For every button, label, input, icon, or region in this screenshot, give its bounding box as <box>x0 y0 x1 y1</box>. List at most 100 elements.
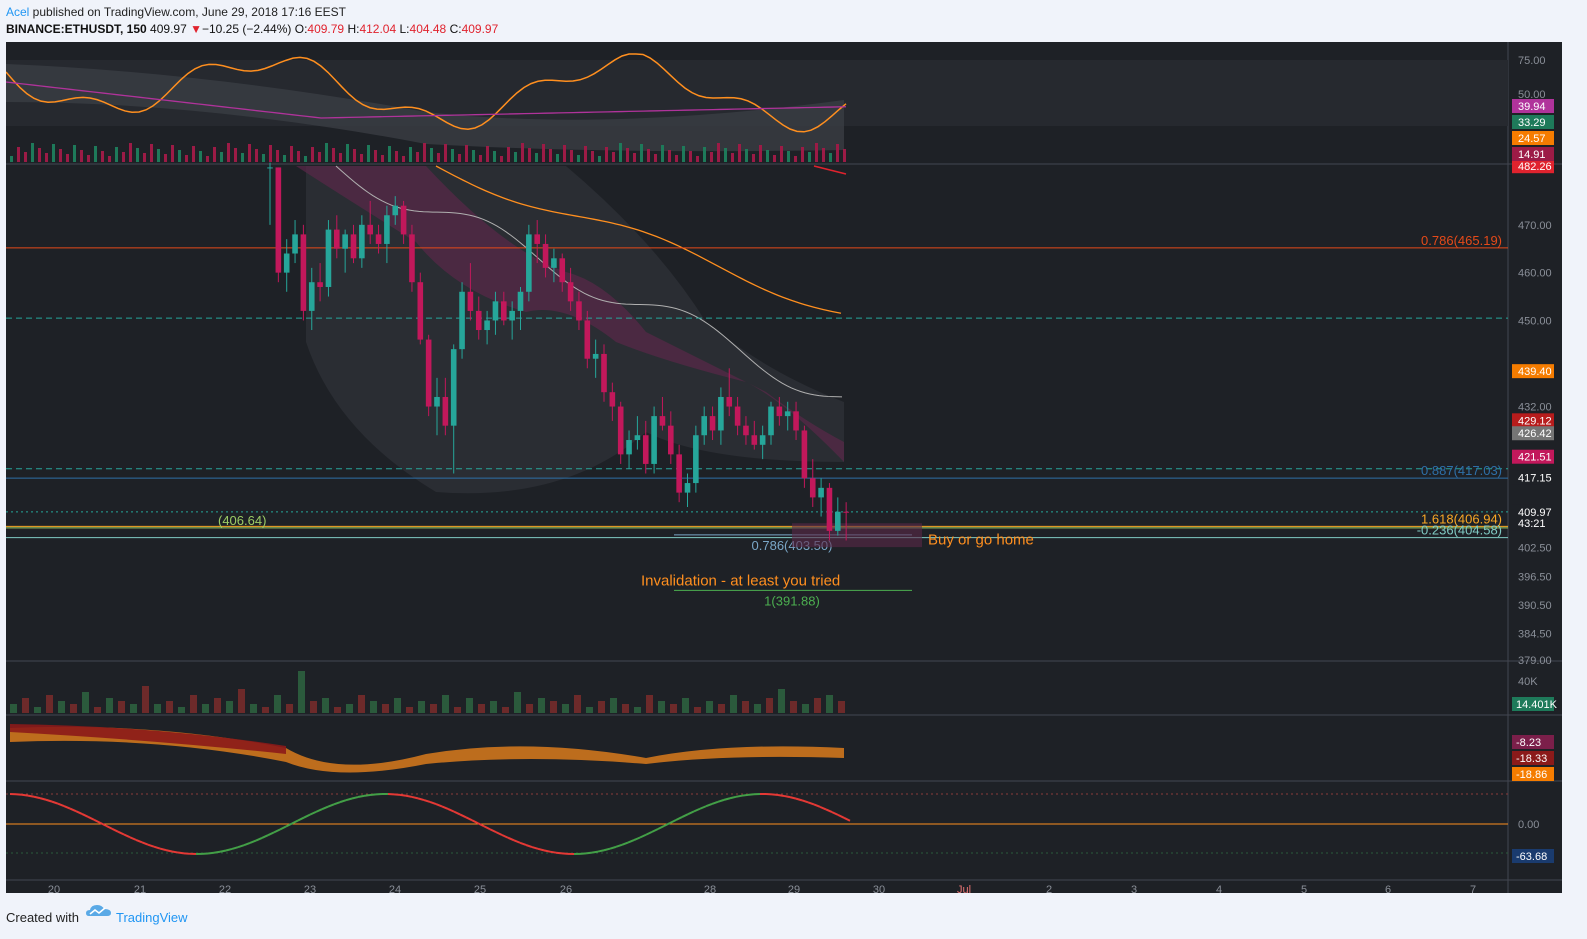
rsi-histogram-bar <box>248 144 251 162</box>
rsi-histogram-bar <box>780 146 783 162</box>
osc-segment <box>771 793 779 797</box>
rsi-histogram-bar <box>59 149 62 162</box>
author-link[interactable]: Acel <box>6 5 29 19</box>
volume-bar <box>490 701 497 713</box>
rsi-histogram-bar <box>472 150 475 162</box>
rsi-histogram-bar <box>10 156 13 162</box>
candle-body <box>609 392 616 407</box>
candle[interactable] <box>651 406 657 474</box>
rsi-histogram-bar <box>206 156 209 162</box>
price-badge-label: 421.51 <box>1518 452 1552 464</box>
volume-bar <box>46 695 53 713</box>
candle[interactable] <box>417 272 424 345</box>
volume-bar <box>322 698 329 713</box>
osc-segment <box>411 795 419 800</box>
price-badge-label: 429.12 <box>1518 415 1552 427</box>
rsi-histogram-bar <box>171 145 174 162</box>
publish-info: published on TradingView.com, June 29, 2… <box>29 5 347 19</box>
volume-bar <box>514 692 521 713</box>
candle-body <box>317 282 323 287</box>
candle[interactable] <box>459 282 465 359</box>
volume-bar <box>826 695 833 713</box>
candle-body <box>292 234 298 254</box>
osc-segment <box>405 794 413 798</box>
rsi-histogram-bar <box>724 148 727 162</box>
candle[interactable] <box>275 167 282 283</box>
tradingview-brand-link[interactable]: TradingView <box>116 910 188 925</box>
candle-body <box>592 353 599 359</box>
rsi-histogram-bar <box>374 150 377 162</box>
candle[interactable] <box>526 224 532 302</box>
candle-body <box>826 487 833 531</box>
volume-bar <box>622 704 629 713</box>
candle-body <box>584 320 591 359</box>
candle[interactable] <box>693 425 699 493</box>
volume-bar <box>730 695 737 713</box>
volume-bar <box>838 701 845 713</box>
rsi-histogram-bar <box>262 154 265 162</box>
level-label-3: 0.887(417.03) <box>1421 463 1502 478</box>
chart-canvas[interactable]: 0.786(465.19) 0.887(417.03) 1.618(406.94)(… <box>5 42 1562 896</box>
candle[interactable] <box>325 220 332 297</box>
time-tick-11: 2 <box>1046 884 1052 893</box>
created-with-label: Created with <box>6 910 79 925</box>
tradingview-cloud-icon <box>86 905 111 916</box>
rsi-histogram-bar <box>80 150 83 162</box>
symbol-line: BINANCE:ETHUSDT, 150 409.97 ▼−10.25 (−2.… <box>6 22 498 36</box>
osc-segment <box>369 793 377 796</box>
volume-bar <box>454 707 461 713</box>
price-tick-0: 470.00 <box>1518 220 1552 232</box>
volume-bar <box>562 704 569 713</box>
rsi-histogram-bar <box>17 147 20 162</box>
time-tick-2: 22 <box>219 884 231 893</box>
rsi-histogram-bar <box>745 149 748 162</box>
volume-bar <box>670 704 677 713</box>
candle-body <box>818 487 824 498</box>
candle-body <box>551 258 557 268</box>
volume-bar <box>646 695 653 713</box>
candle-body <box>793 411 799 431</box>
volume-bar <box>34 707 41 713</box>
volume-bar <box>262 707 269 713</box>
volume-bar <box>238 689 245 713</box>
volume-bar <box>430 704 437 713</box>
time-tick-8: 29 <box>788 884 800 893</box>
price-tick-1: 460.00 <box>1518 268 1552 280</box>
volume-bar <box>70 704 77 713</box>
osc-segment <box>27 794 35 798</box>
candle-body <box>759 435 766 445</box>
candle-body <box>843 511 849 513</box>
rsi-histogram-bar <box>738 144 741 162</box>
rsi-histogram-bar <box>122 152 125 162</box>
candle-body <box>467 291 474 311</box>
rsi-histogram-bar <box>619 143 622 162</box>
candle[interactable] <box>300 224 307 321</box>
volume-bar <box>226 701 233 713</box>
candle[interactable] <box>409 224 415 292</box>
rsi-histogram-bar <box>668 150 671 162</box>
candle-body <box>359 224 365 259</box>
candle-body <box>400 205 407 235</box>
rsi-histogram-bar <box>836 144 839 162</box>
candle-body <box>367 224 373 235</box>
candle[interactable] <box>425 334 432 417</box>
volume-bar <box>598 701 605 713</box>
osc-segment <box>351 796 359 800</box>
candle-body <box>617 406 624 455</box>
rsi-histogram-bar <box>283 155 286 162</box>
osc-badge: -63.68 <box>1516 851 1547 863</box>
rsi-histogram-bar <box>290 146 293 162</box>
publish-line: Acel published on TradingView.com, June … <box>6 5 346 19</box>
price-tick-3: 432.00 <box>1518 402 1552 414</box>
rsi-histogram-bar <box>409 147 412 162</box>
volume-bar <box>682 698 689 713</box>
rsi-histogram-bar <box>535 153 538 162</box>
rsi-histogram-bar <box>465 145 468 162</box>
rsi-histogram-bar <box>38 148 41 162</box>
rsi-histogram-bar <box>549 149 552 162</box>
rsi-histogram-bar <box>556 154 559 162</box>
volume-bar <box>382 704 389 713</box>
osc-zero-tick: 0.00 <box>1518 819 1539 831</box>
chart-svg[interactable]: 0.786(465.19)0.887(417.03)1.618(406.94)(… <box>5 42 1562 896</box>
candle-body <box>651 416 657 464</box>
